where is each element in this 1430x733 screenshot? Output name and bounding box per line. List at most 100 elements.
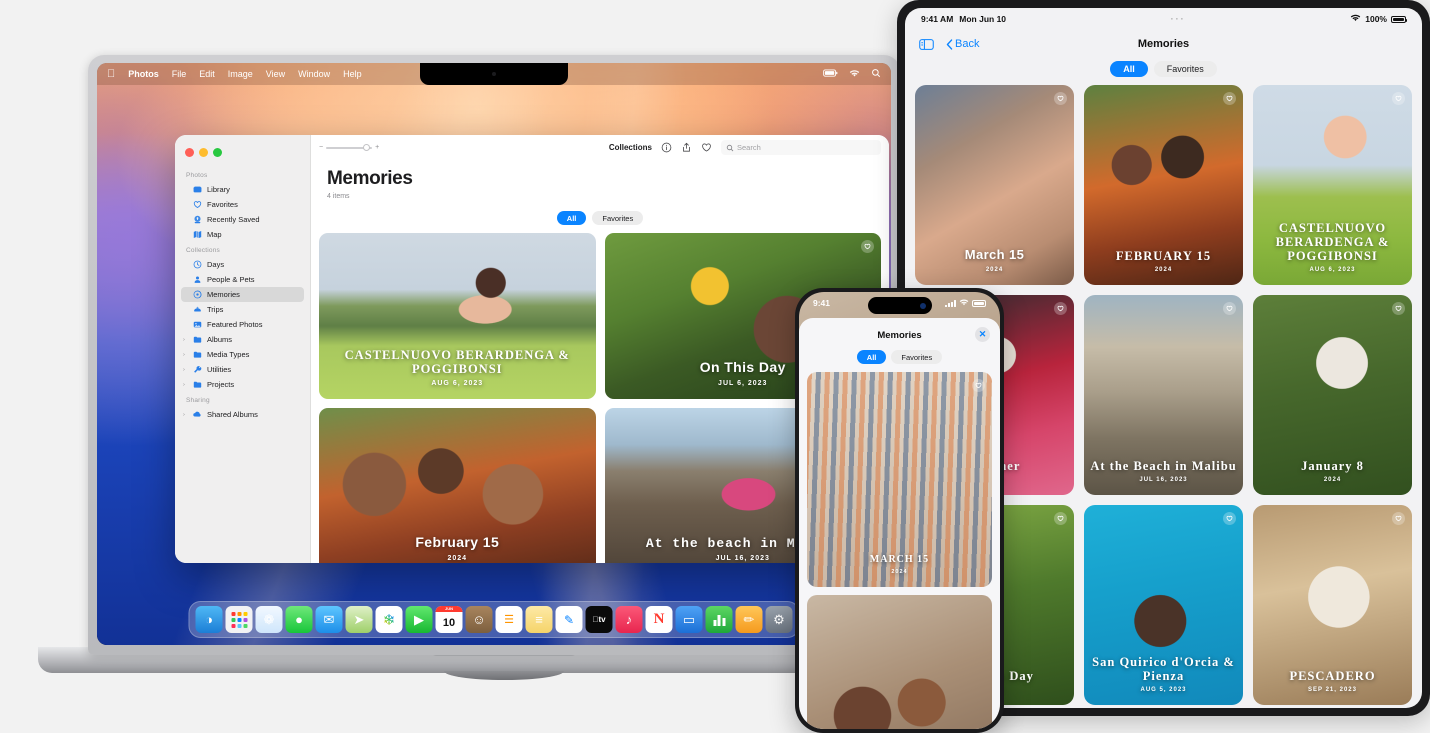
dock-item-photos[interactable]: ❄: [375, 606, 403, 633]
chevron-right-icon[interactable]: ›: [183, 337, 188, 343]
sidebar-item-days[interactable]: Days: [181, 257, 304, 272]
menu-item-window[interactable]: Window: [298, 69, 330, 79]
dock-item-messages[interactable]: ●: [285, 606, 313, 633]
sidebar-item-media-types[interactable]: › Media Types: [181, 347, 304, 362]
dock-item-news[interactable]: N: [645, 606, 673, 633]
zoom-knob[interactable]: [363, 144, 371, 152]
dock-item-mail[interactable]: ✉: [315, 606, 343, 633]
dock-item-notes[interactable]: ≡: [525, 606, 553, 633]
sidebar-item-shared-albums[interactable]: › Shared Albums: [181, 407, 304, 422]
dock-item-maps[interactable]: ➤: [345, 606, 373, 633]
ipad-memory-card[interactable]: FEBRUARY 15 2024: [1084, 85, 1243, 285]
search-input[interactable]: Search: [721, 140, 881, 155]
sidebar-item-map[interactable]: Map: [181, 227, 304, 242]
dock-item-finder[interactable]: ◑: [195, 606, 223, 633]
menubar-search-icon[interactable]: [871, 68, 881, 80]
menu-item-photos[interactable]: Photos: [128, 69, 159, 79]
favorite-heart-icon[interactable]: [1392, 512, 1405, 525]
ipad-memory-card[interactable]: PESCADERO SEP 21, 2023: [1253, 505, 1412, 705]
menu-item-file[interactable]: File: [172, 69, 187, 79]
zoom-in-icon[interactable]: +: [375, 144, 379, 151]
zoom-slider[interactable]: − +: [319, 144, 379, 152]
sidebar-toggle-icon[interactable]: [919, 37, 934, 52]
menu-item-view[interactable]: View: [266, 69, 285, 79]
back-button[interactable]: Back: [946, 38, 979, 50]
dock-item-numbers[interactable]: [705, 606, 733, 633]
chevron-right-icon[interactable]: ›: [183, 382, 188, 388]
favorite-heart-icon[interactable]: [1223, 92, 1236, 105]
favorite-heart-icon[interactable]: [1392, 92, 1405, 105]
dock-item-keynote[interactable]: ▭: [675, 606, 703, 633]
ipad-filter-pills[interactable]: All Favorites: [905, 58, 1422, 85]
close-button[interactable]: [185, 148, 194, 157]
favorite-heart-icon[interactable]: [701, 142, 712, 153]
favorite-heart-icon[interactable]: [1054, 92, 1067, 105]
ipad-memory-card[interactable]: San Quirico d'Orcia & Pienza AUG 5, 2023: [1084, 505, 1243, 705]
zoom-out-icon[interactable]: −: [319, 144, 323, 151]
minimize-button[interactable]: [199, 148, 208, 157]
sidebar-item-recently-saved[interactable]: Recently Saved: [181, 212, 304, 227]
dock-item-reminders[interactable]: ☰: [495, 606, 523, 633]
collections-label[interactable]: Collections: [609, 143, 652, 152]
dock[interactable]: ◑ ❁●✉➤❄▶JUN10☺☰≡✎tv♪N▭ ✏⚙: [188, 601, 800, 638]
ipad-memory-card[interactable]: March 15 2024: [915, 85, 1074, 285]
menu-item-edit[interactable]: Edit: [199, 69, 215, 79]
favorite-heart-icon[interactable]: [972, 379, 985, 392]
ipad-memory-card[interactable]: January 8 2024: [1253, 295, 1412, 495]
ipad-memory-card[interactable]: At the Beach in Malibu JUL 16, 2023: [1084, 295, 1243, 495]
sidebar-item-featured-photos[interactable]: Featured Photos: [181, 317, 304, 332]
dock-item-apple-tv[interactable]: tv: [585, 606, 613, 633]
dock-item-contacts[interactable]: ☺: [465, 606, 493, 633]
favorite-heart-icon[interactable]: [861, 240, 874, 254]
dock-item-launchpad[interactable]: [225, 606, 253, 633]
dock-item-calendar[interactable]: JUN 10: [435, 606, 463, 633]
sidebar-item-favorites[interactable]: Favorites: [181, 197, 304, 212]
chevron-right-icon[interactable]: ›: [183, 352, 188, 358]
favorite-heart-icon[interactable]: [1054, 512, 1067, 525]
mac-filter-pills[interactable]: All Favorites: [311, 206, 889, 234]
window-traffic-lights[interactable]: [175, 141, 310, 167]
dock-item-freeform[interactable]: ✎: [555, 606, 583, 633]
iphone-memory-card[interactable]: [807, 595, 992, 729]
sidebar-item-albums[interactable]: › Albums: [181, 332, 304, 347]
dock-item-facetime[interactable]: ▶: [405, 606, 433, 633]
iphone-filter-favorites[interactable]: Favorites: [891, 350, 943, 364]
apple-menu-icon[interactable]: : [107, 68, 115, 80]
mac-memory-card[interactable]: February 15 2024: [319, 408, 596, 563]
webcam-icon: [492, 72, 496, 76]
sidebar-item-library[interactable]: Library: [181, 182, 304, 197]
dock-item-system-settings[interactable]: ⚙: [765, 606, 793, 633]
dock-item-music[interactable]: ♪: [615, 606, 643, 633]
iphone-memory-card[interactable]: MARCH 15 2024: [807, 372, 992, 587]
wifi-icon[interactable]: [849, 69, 860, 80]
menu-item-help[interactable]: Help: [343, 69, 362, 79]
mac-filter-favorites[interactable]: Favorites: [592, 211, 644, 226]
iphone-filter-pills[interactable]: All Favorites: [807, 344, 992, 372]
sidebar-item-projects[interactable]: › Projects: [181, 377, 304, 392]
share-icon[interactable]: [681, 142, 692, 153]
favorite-heart-icon[interactable]: [1054, 302, 1067, 315]
favorite-heart-icon[interactable]: [1223, 512, 1236, 525]
sidebar-item-utilities[interactable]: › Utilities: [181, 362, 304, 377]
chevron-right-icon[interactable]: ›: [183, 412, 188, 418]
menu-item-image[interactable]: Image: [228, 69, 253, 79]
sidebar-item-people-pets[interactable]: People & Pets: [181, 272, 304, 287]
mac-memory-card[interactable]: CASTELNUOVO BERARDENGA & POGGIBONSI AUG 6…: [319, 233, 596, 400]
sidebar-item-memories[interactable]: Memories: [181, 287, 304, 302]
ipad-memory-card[interactable]: CASTELNUOVO BERARDENGA & POGGIBONSI AUG 6…: [1253, 85, 1412, 285]
zoom-track[interactable]: [326, 144, 373, 152]
dock-item-pages[interactable]: ✏: [735, 606, 763, 633]
ipad-filter-all[interactable]: All: [1110, 61, 1148, 77]
info-icon[interactable]: [661, 142, 672, 153]
battery-icon[interactable]: [823, 69, 838, 79]
ipad-filter-favorites[interactable]: Favorites: [1153, 61, 1217, 77]
sidebar-item-trips[interactable]: Trips: [181, 302, 304, 317]
chevron-right-icon[interactable]: ›: [183, 367, 188, 373]
mac-filter-all[interactable]: All: [556, 211, 587, 226]
dock-item-safari[interactable]: ❁: [255, 606, 283, 633]
maximize-button[interactable]: [213, 148, 222, 157]
favorite-heart-icon[interactable]: [1392, 302, 1405, 315]
favorite-heart-icon[interactable]: [1223, 302, 1236, 315]
close-icon[interactable]: ✕: [975, 327, 990, 342]
iphone-filter-all[interactable]: All: [856, 350, 887, 364]
